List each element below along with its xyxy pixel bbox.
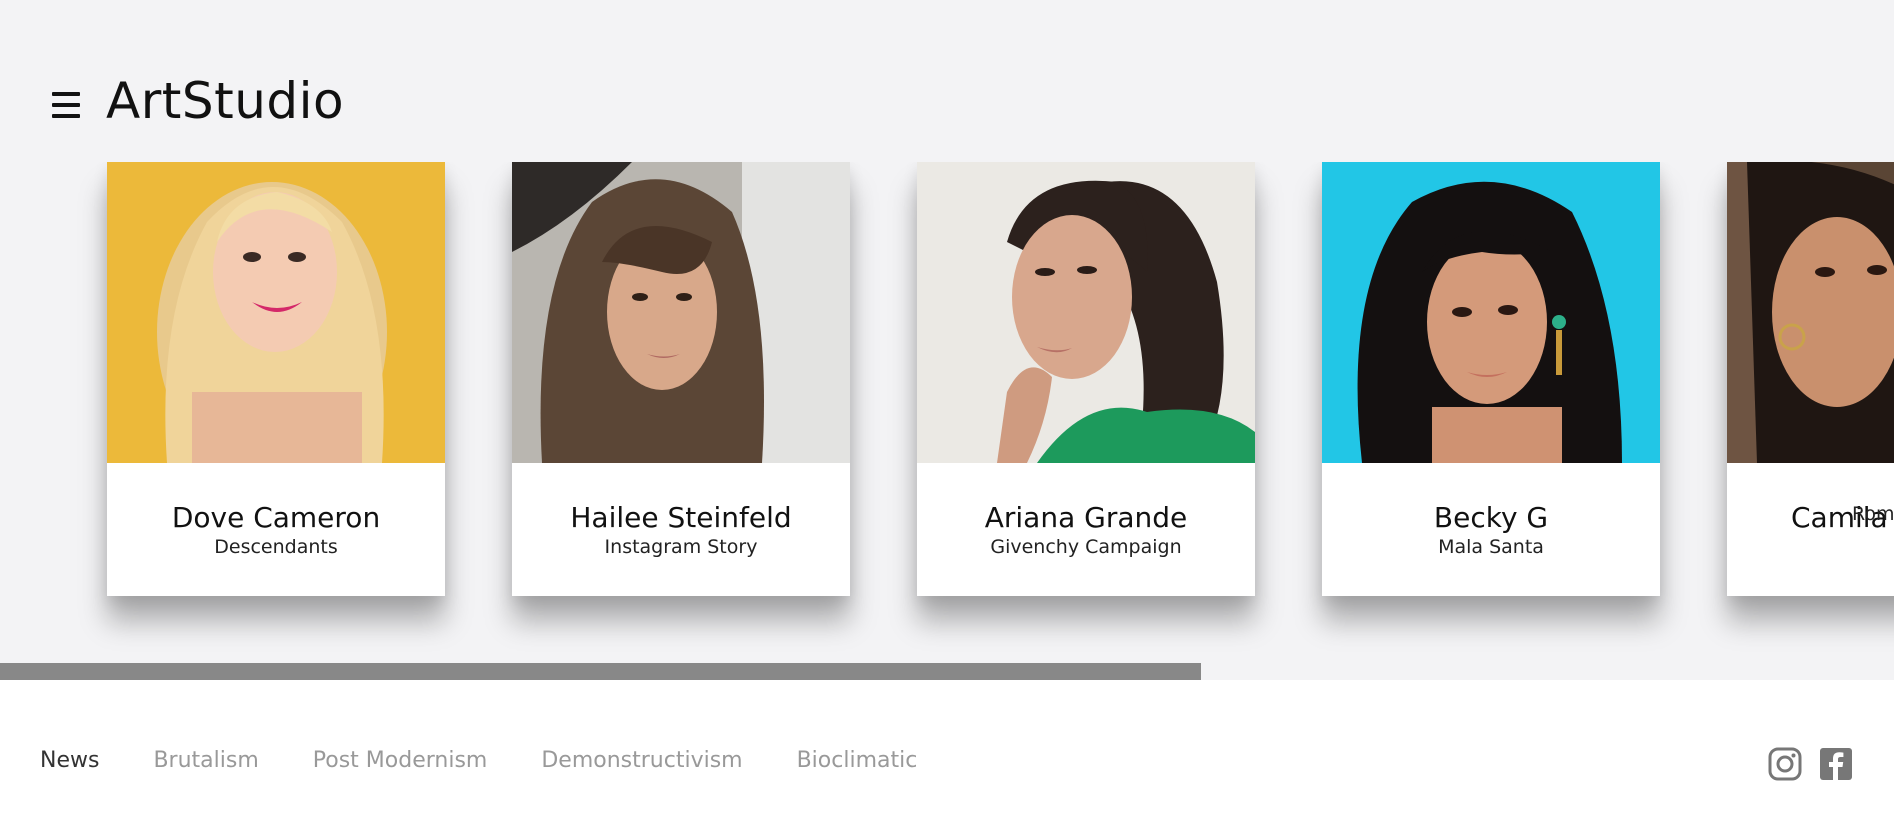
horizontal-scrollbar[interactable]: [0, 663, 1894, 680]
card-subtitle: Instagram Story: [604, 536, 758, 558]
portrait-image: [1727, 162, 1894, 463]
card-caption: Becky G Mala Santa: [1322, 463, 1660, 596]
nav-item-demonstructivism[interactable]: Demonstructivism: [541, 748, 742, 773]
card-title: Dove Cameron: [171, 501, 381, 534]
scrollbar-thumb[interactable]: [0, 663, 1201, 680]
card-caption: Camila Rom: [1727, 463, 1894, 596]
instagram-icon[interactable]: [1767, 746, 1803, 782]
category-nav: News Brutalism Post Modernism Demonstruc…: [40, 748, 971, 773]
card-photo: [1322, 162, 1660, 463]
card-becky-g[interactable]: Becky G Mala Santa: [1322, 162, 1660, 596]
card-subtitle: Descendants: [214, 536, 338, 558]
nav-item-bioclimatic[interactable]: Bioclimatic: [797, 748, 918, 773]
card-title: Hailee Steinfeld: [570, 501, 792, 534]
nav-item-news[interactable]: News: [40, 748, 99, 773]
card-subtitle: Mala Santa: [1438, 536, 1544, 558]
facebook-icon[interactable]: [1818, 746, 1854, 782]
portrait-image: [512, 162, 850, 463]
card-dove-cameron[interactable]: Dove Cameron Descendants: [107, 162, 445, 596]
card-caption: Hailee Steinfeld Instagram Story: [512, 463, 850, 596]
card-carousel[interactable]: Dove Cameron Descendants Hailee Steinfel…: [0, 162, 1894, 652]
card-photo: [1727, 162, 1894, 463]
card-photo: [107, 162, 445, 463]
card-ariana-grande[interactable]: Ariana Grande Givenchy Campaign: [917, 162, 1255, 596]
card-caption: Dove Cameron Descendants: [107, 463, 445, 596]
portrait-image: [107, 162, 445, 463]
card-hailee-steinfeld[interactable]: Hailee Steinfeld Instagram Story: [512, 162, 850, 596]
card-camila[interactable]: Camila Rom: [1727, 162, 1894, 596]
card-title: Becky G: [1433, 501, 1549, 534]
nav-item-brutalism[interactable]: Brutalism: [153, 748, 258, 773]
portrait-image: [1322, 162, 1660, 463]
nav-item-post-modernism[interactable]: Post Modernism: [313, 748, 488, 773]
portrait-image: [917, 162, 1255, 463]
hero-section: ArtStudio Dove Cameron Descendants Haile…: [0, 0, 1894, 680]
card-photo: [512, 162, 850, 463]
card-subtitle: Rom: [1852, 503, 1894, 525]
site-logo[interactable]: ArtStudio: [106, 72, 344, 130]
card-photo: [917, 162, 1255, 463]
card-caption: Ariana Grande Givenchy Campaign: [917, 463, 1255, 596]
card-subtitle: Givenchy Campaign: [990, 536, 1182, 558]
card-title: Ariana Grande: [984, 501, 1188, 534]
hamburger-menu-icon[interactable]: [52, 92, 80, 118]
